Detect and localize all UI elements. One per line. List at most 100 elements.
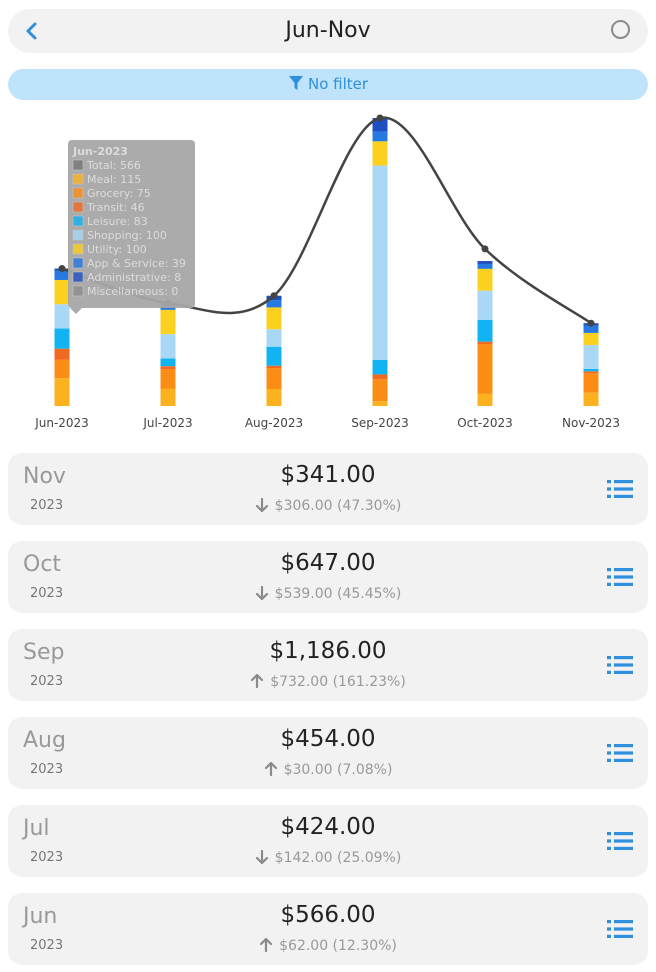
list-icon[interactable] — [607, 477, 633, 501]
bar-segment — [266, 368, 282, 390]
x-tick-label: Sep-2023 — [351, 416, 409, 430]
tooltip-line: Meal: 115 — [87, 173, 141, 186]
bar-segment — [477, 263, 493, 269]
bar-segment — [54, 304, 70, 329]
month-row[interactable]: Sep 2023 $1,186.00 $732.00 (161.23%) — [8, 629, 648, 701]
tooltip-swatch — [72, 243, 84, 255]
list-icon[interactable] — [607, 565, 633, 589]
radio-circle-icon[interactable] — [611, 20, 630, 39]
trend-point — [481, 245, 489, 253]
tooltip-line: Total: 566 — [86, 159, 141, 172]
x-tick-label: Aug-2023 — [245, 416, 303, 430]
tooltip-swatch — [72, 173, 84, 185]
tooltip-line: Leisure: 83 — [87, 215, 148, 228]
bar-segment — [160, 358, 176, 367]
bar-segment — [477, 290, 493, 320]
arrow-up-icon — [251, 673, 264, 689]
arrow-up-icon — [264, 761, 277, 777]
bar-segment — [160, 334, 176, 359]
tooltip-swatch — [72, 229, 84, 241]
arrow-down-icon — [255, 849, 268, 865]
change-text: $306.00 (47.30%) — [274, 498, 402, 514]
bar-segment — [266, 346, 282, 366]
bar-segment — [266, 307, 282, 330]
bar-segment — [477, 341, 493, 345]
month-row[interactable]: Nov 2023 $341.00 $306.00 (47.30%) — [8, 453, 648, 525]
arrow-up-icon — [260, 937, 273, 953]
x-tick-label: Jun-2023 — [34, 416, 89, 430]
tooltip-swatch — [72, 285, 84, 297]
header-bar: Jun-Nov — [8, 9, 648, 53]
month-change: $732.00 (161.23%) — [8, 673, 648, 690]
bar-segment — [372, 131, 388, 142]
x-tick-label: Oct-2023 — [457, 416, 513, 430]
bar-segment — [583, 371, 599, 374]
bar-segment — [372, 165, 388, 360]
month-row[interactable]: Oct 2023 $647.00 $539.00 (45.45%) — [8, 541, 648, 613]
change-text: $539.00 (45.45%) — [274, 586, 402, 602]
change-text: $142.00 (25.09%) — [274, 850, 402, 866]
list-icon[interactable] — [607, 653, 633, 677]
tooltip-line: Utility: 100 — [87, 243, 147, 256]
bar-segment — [477, 344, 493, 394]
arrow-down-icon — [255, 585, 268, 601]
month-total: $424.00 — [280, 814, 376, 840]
trend-point — [270, 292, 278, 300]
bar-segment — [54, 378, 70, 406]
change-text: $62.00 (12.30%) — [279, 938, 397, 954]
month-change: $30.00 (7.08%) — [8, 761, 648, 778]
month-total: $454.00 — [280, 726, 376, 752]
list-icon[interactable] — [607, 829, 633, 853]
spending-chart[interactable]: Jun-2023 Jul-2023 Aug-2023 Sep-2023 Oct-2023… — [0, 108, 656, 438]
bar-segment — [266, 329, 282, 347]
arrow-down-icon — [255, 497, 268, 513]
month-change: $62.00 (12.30%) — [8, 937, 648, 954]
tooltip-line: Administrative: 8 — [87, 271, 181, 284]
bar-segment — [372, 141, 388, 166]
tooltip-swatch — [72, 159, 84, 171]
month-row[interactable]: Jul 2023 $424.00 $142.00 (25.09%) — [8, 805, 648, 877]
bar-segment — [372, 374, 388, 380]
filter-label: No filter — [307, 75, 369, 93]
month-total: $566.00 — [280, 902, 376, 928]
trend-point — [58, 265, 66, 273]
month-row[interactable]: Jun 2023 $566.00 $62.00 (12.30%) — [8, 893, 648, 965]
bar-segment — [583, 368, 599, 372]
filter-funnel-icon — [288, 76, 303, 90]
bar-segment — [54, 348, 70, 360]
tooltip-line: Grocery: 75 — [87, 187, 151, 200]
bar-segment — [160, 388, 176, 406]
bar-segment — [372, 359, 388, 375]
month-total: $1,186.00 — [269, 638, 387, 664]
bar-segment — [54, 279, 70, 305]
tooltip-pointer — [70, 308, 82, 314]
bar-segment — [372, 401, 388, 406]
tooltip-title: Jun-2023 — [72, 145, 128, 158]
list-icon[interactable] — [607, 741, 633, 765]
bar-segment — [583, 392, 599, 406]
tooltip-swatch — [72, 187, 84, 199]
tooltip-line: Shopping: 100 — [87, 229, 167, 242]
bar-segment — [266, 389, 282, 406]
bar-segment — [477, 268, 493, 291]
month-total: $647.00 — [280, 550, 376, 576]
tooltip-line: Transit: 46 — [86, 201, 145, 214]
month-change: $306.00 (47.30%) — [8, 497, 648, 514]
bar-segment — [583, 325, 599, 333]
tooltip-swatch — [72, 271, 84, 283]
bar-segment — [160, 366, 176, 370]
month-row[interactable]: Aug 2023 $454.00 $30.00 (7.08%) — [8, 717, 648, 789]
tooltip-swatch — [72, 201, 84, 213]
filter-button[interactable]: No filter — [8, 69, 648, 100]
tooltip-line: App & Service: 39 — [87, 257, 186, 270]
list-icon[interactable] — [607, 917, 633, 941]
bar-segment — [54, 328, 70, 349]
change-text: $732.00 (161.23%) — [270, 674, 406, 690]
month-change: $539.00 (45.45%) — [8, 585, 648, 602]
tooltip-swatch — [72, 215, 84, 227]
page-title: Jun-Nov — [285, 18, 371, 43]
tooltip-line: Miscellaneous: 0 — [87, 285, 178, 298]
x-tick-label: Jul-2023 — [142, 416, 192, 430]
bar-segment — [266, 365, 282, 369]
bar-segment — [477, 319, 493, 342]
